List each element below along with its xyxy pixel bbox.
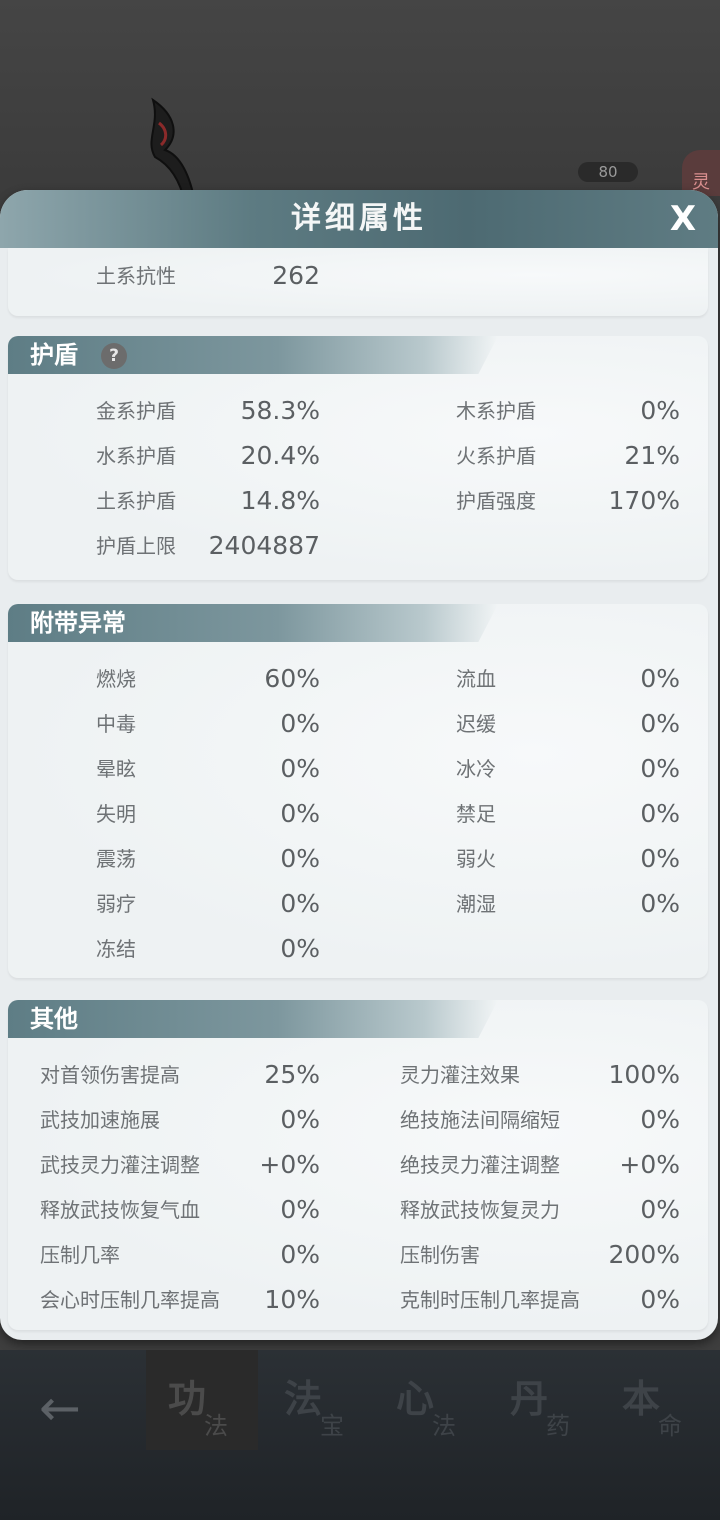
nav-tab-small: 宝	[320, 1412, 344, 1440]
stat-value: 0%	[280, 1240, 320, 1269]
stat-label: 失明	[96, 802, 136, 826]
stat-label: 中毒	[96, 712, 136, 736]
stat-value: 0%	[280, 889, 320, 918]
stat-label: 土系护盾	[96, 489, 176, 513]
stat-label: 释放武技恢复气血	[40, 1198, 200, 1222]
stat-value: 0%	[640, 664, 680, 693]
stat-label: 禁足	[456, 802, 496, 826]
modal-title: 详细属性	[291, 201, 427, 236]
stat-label: 绝技灵力灌注调整	[400, 1153, 560, 1177]
stat-label: 燃烧	[96, 667, 136, 691]
stat-label: 绝技施法间隔缩短	[400, 1108, 560, 1132]
nav-tab-fabao[interactable]: 法 宝	[262, 1350, 374, 1450]
stat-label: 弱疗	[96, 892, 136, 916]
stat-label: 流血	[456, 667, 496, 691]
stat-value: 0%	[640, 1105, 680, 1134]
resistance-card: 土系抗性 262	[8, 248, 708, 316]
nav-tab-big: 功	[168, 1376, 207, 1421]
nav-tab-benming[interactable]: 本 命	[600, 1350, 712, 1450]
stat-label: 灵力灌注效果	[400, 1063, 520, 1087]
abnormal-card: 附带异常 燃烧 60% 中毒 0% 晕眩 0% 失明 0% 震荡 0% 弱疗 0…	[8, 604, 708, 978]
earth-resistance-label: 土系抗性	[96, 264, 176, 288]
stat-label: 释放武技恢复灵力	[400, 1198, 560, 1222]
nav-tab-gongfa[interactable]: 功 法	[146, 1350, 258, 1450]
other-card: 其他 对首领伤害提高 25% 武技加速施展 0% 武技灵力灌注调整 +0% 释放…	[8, 1000, 708, 1330]
stat-label: 金系护盾	[96, 399, 176, 423]
nav-tab-small: 药	[546, 1412, 570, 1440]
shield-banner	[8, 336, 498, 374]
stat-value: 0%	[280, 1195, 320, 1224]
stat-label: 会心时压制几率提高	[40, 1288, 220, 1312]
stat-value: 14.8%	[240, 486, 320, 515]
stat-value: 0%	[640, 1195, 680, 1224]
stat-value: 25%	[264, 1060, 320, 1089]
stat-value: 0%	[640, 889, 680, 918]
stat-value: 170%	[608, 486, 680, 515]
other-title: 其他	[30, 1005, 78, 1033]
stat-value: 0%	[280, 934, 320, 963]
stat-value: 0%	[280, 1105, 320, 1134]
stat-label: 对首领伤害提高	[40, 1063, 180, 1087]
stat-label: 克制时压制几率提高	[400, 1288, 580, 1312]
stat-value: 0%	[640, 844, 680, 873]
back-arrow-icon[interactable]: ←	[28, 1383, 92, 1433]
stat-label: 弱火	[456, 847, 496, 871]
nav-tab-big: 本	[622, 1376, 661, 1421]
stat-label: 武技灵力灌注调整	[40, 1153, 200, 1177]
weapon-icon	[150, 97, 197, 204]
shield-card: 护盾 ? 金系护盾 58.3% 水系护盾 20.4% 土系护盾 14.8% 护盾…	[8, 336, 708, 580]
stat-value: 20.4%	[240, 441, 320, 470]
stat-value: 58.3%	[240, 396, 320, 425]
nav-tab-small: 法	[432, 1412, 456, 1440]
stat-label: 护盾上限	[96, 534, 176, 558]
stat-value: 2404887	[208, 531, 320, 560]
other-banner	[8, 1000, 498, 1038]
stat-label: 晕眩	[96, 757, 136, 781]
stat-label: 武技加速施展	[40, 1108, 160, 1132]
shield-title: 护盾	[30, 341, 78, 369]
stat-value: 200%	[608, 1240, 680, 1269]
bottom-nav: ← 功 法 法 宝 心 法 丹 药 本 命	[0, 1350, 720, 1520]
stat-value: 0%	[280, 844, 320, 873]
stat-label: 护盾强度	[456, 489, 536, 513]
level-badge: 80	[578, 162, 638, 182]
stat-label: 潮湿	[456, 892, 496, 916]
nav-tab-big: 丹	[510, 1376, 549, 1421]
stat-label: 火系护盾	[456, 444, 536, 468]
stat-value: 21%	[624, 441, 680, 470]
stat-label: 迟缓	[456, 712, 496, 736]
nav-tab-danyao[interactable]: 丹 药	[488, 1350, 600, 1450]
help-icon[interactable]: ?	[101, 343, 127, 369]
stat-label: 压制几率	[40, 1243, 120, 1267]
stat-value: 0%	[640, 1285, 680, 1314]
stat-value: 0%	[640, 709, 680, 738]
nav-tab-small: 法	[204, 1412, 228, 1440]
nav-tab-small: 命	[658, 1412, 682, 1440]
stat-label: 冻结	[96, 937, 136, 961]
stat-value: 0%	[280, 799, 320, 828]
stat-value: 100%	[608, 1060, 680, 1089]
nav-tab-xinfa[interactable]: 心 法	[374, 1350, 486, 1450]
stat-label: 冰冷	[456, 757, 496, 781]
stat-value: 0%	[280, 754, 320, 783]
abnormal-title: 附带异常	[30, 609, 126, 637]
stat-label: 水系护盾	[96, 444, 176, 468]
stat-value: 0%	[640, 396, 680, 425]
detail-attributes-modal: 详细属性 X 土系抗性 262 护盾 ? 金系护盾 58.3% 水系护盾 20.…	[0, 190, 718, 1340]
stat-label: 震荡	[96, 847, 136, 871]
earth-resistance-value: 262	[272, 261, 320, 290]
stat-label: 木系护盾	[456, 399, 536, 423]
stat-value: 10%	[264, 1285, 320, 1314]
stat-label: 压制伤害	[400, 1243, 480, 1267]
nav-tab-big: 法	[284, 1376, 323, 1421]
stat-value: 0%	[280, 709, 320, 738]
stat-value: 0%	[640, 754, 680, 783]
stat-value: +0%	[259, 1150, 320, 1179]
close-button[interactable]: X	[662, 198, 704, 240]
stat-value: 60%	[264, 664, 320, 693]
stat-value: 0%	[640, 799, 680, 828]
stat-value: +0%	[619, 1150, 680, 1179]
nav-tab-big: 心	[396, 1376, 435, 1421]
